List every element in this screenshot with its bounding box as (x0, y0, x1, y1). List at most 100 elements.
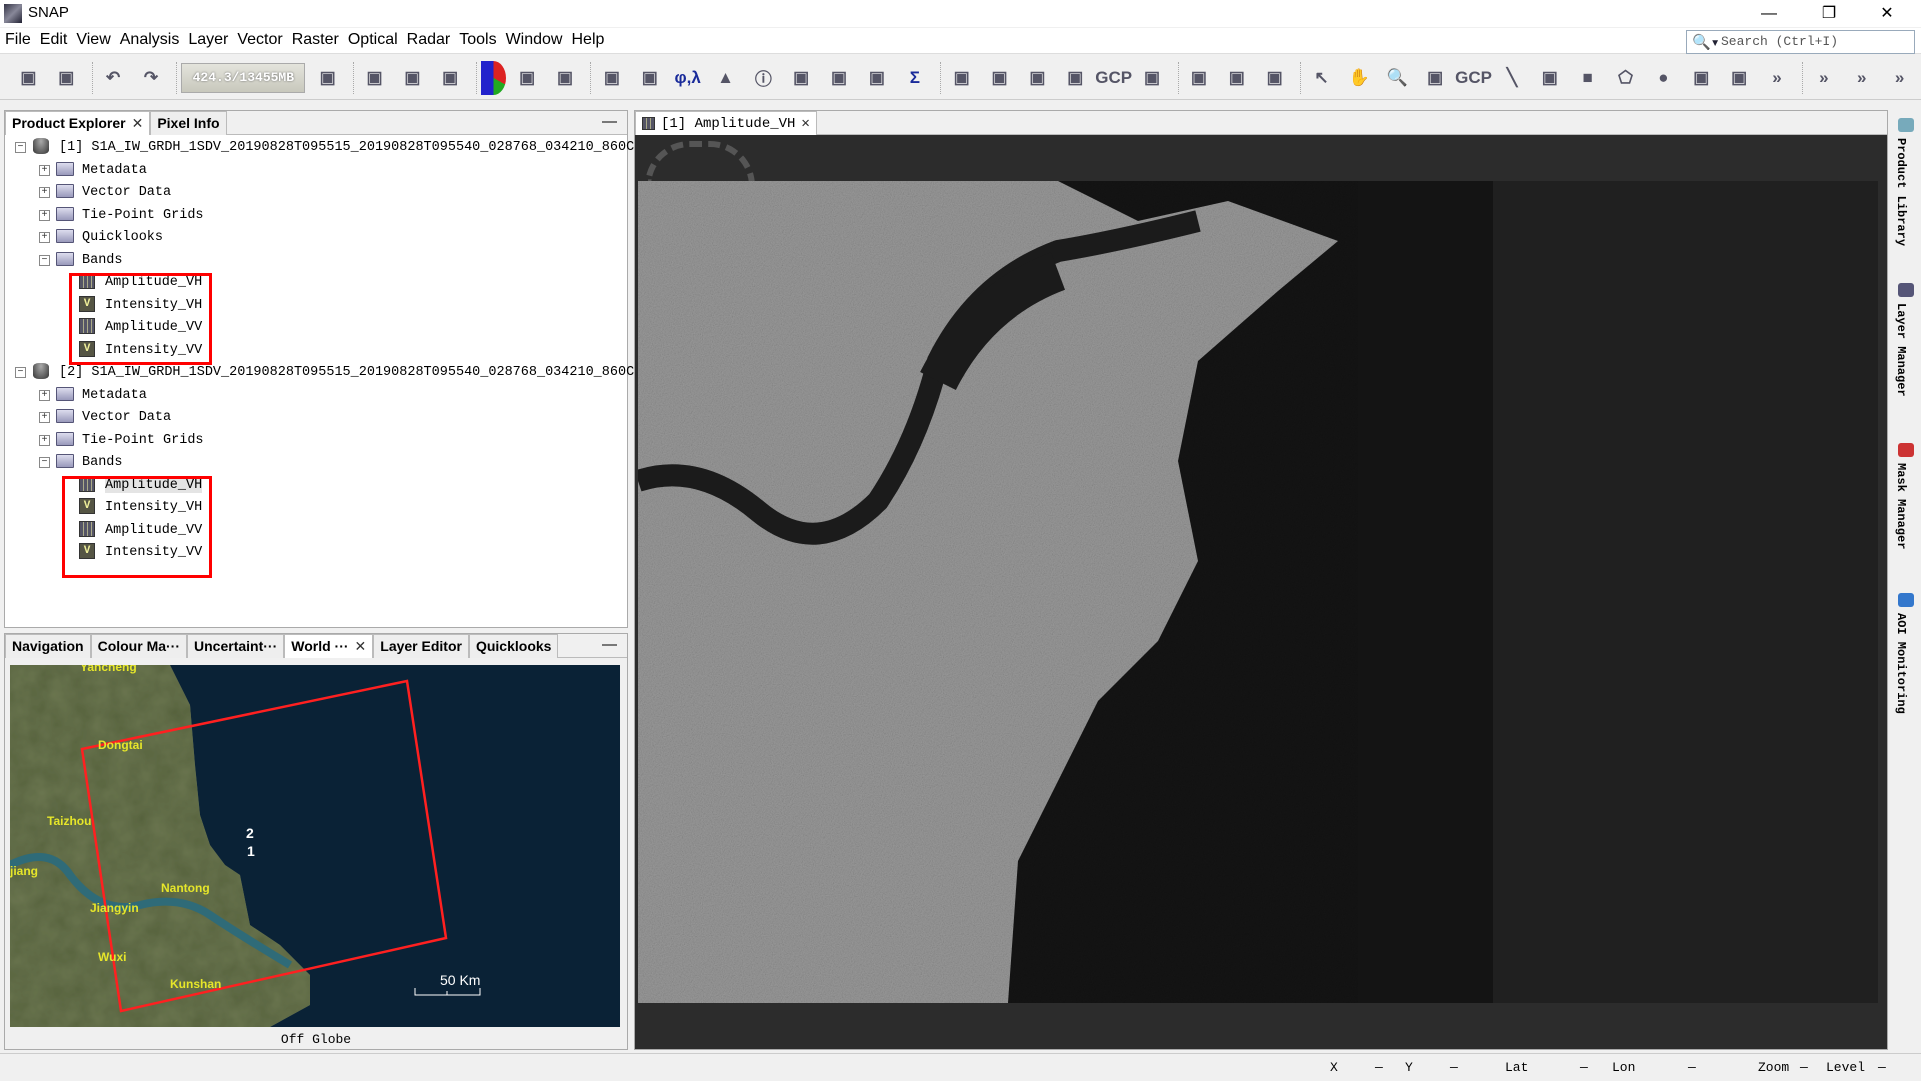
tab-pixel-info[interactable]: Pixel Info (150, 111, 227, 135)
world-map-view[interactable]: Yancheng Dongtai Taizhou jiang Nantong Jiangy… (10, 665, 620, 1027)
folder-node[interactable]: + Quicklooks (39, 227, 163, 249)
tab-layer-editor[interactable]: Layer Editor (373, 634, 469, 658)
navigation-compass-icon[interactable] (645, 141, 755, 186)
mask-manager-icon[interactable] (1898, 443, 1914, 457)
geo-coding-icon[interactable]: φ,λ (671, 61, 704, 95)
pin-icon[interactable]: ▣ (1059, 61, 1092, 95)
collapse-icon[interactable]: − (15, 142, 26, 153)
search-input[interactable]: 🔍▾ Search (Ctrl+I) (1686, 30, 1915, 54)
tab-quicklooks[interactable]: Quicklooks (468, 634, 559, 658)
menu-tools[interactable]: Tools (454, 28, 500, 49)
import-icon[interactable]: ▣ (358, 61, 391, 95)
expand-icon[interactable]: + (39, 412, 50, 423)
ruler-icon[interactable]: ▣ (1723, 61, 1756, 95)
product-library-icon[interactable] (1898, 118, 1914, 132)
polyline-icon[interactable]: ▣ (1533, 61, 1566, 95)
expand-icon[interactable]: + (39, 434, 50, 446)
folder-node[interactable]: − Bands (39, 250, 123, 272)
menu-layer[interactable]: Layer (183, 28, 232, 49)
draw-icon[interactable]: ▣ (633, 61, 666, 95)
rectangle-icon[interactable]: ■ (1571, 61, 1604, 95)
minimize-panel-button[interactable]: — (592, 634, 627, 657)
menu-optical[interactable]: Optical (343, 28, 402, 49)
sidebar-tab-product-library[interactable]: Product Library (1894, 138, 1908, 246)
menu-raster[interactable]: Raster (287, 28, 343, 49)
close-button[interactable]: ✕ (1864, 0, 1910, 27)
open-product-icon[interactable]: ▣ (12, 61, 45, 95)
more-icon[interactable]: » (1845, 61, 1878, 95)
graticule-icon[interactable]: ▣ (1021, 61, 1054, 95)
folder-node[interactable]: + Metadata (39, 385, 147, 407)
expand-icon[interactable]: + (39, 187, 50, 198)
tab-navigation[interactable]: Navigation (5, 634, 91, 658)
mosaic-icon[interactable]: ▣ (983, 61, 1016, 95)
sidebar-tab-aoi-monitoring[interactable]: AOI Monitoring (1894, 613, 1908, 714)
folder-node[interactable]: + Tie-Point Grids (39, 430, 204, 452)
cal-icon[interactable]: ▣ (945, 61, 978, 95)
layer-manager-icon[interactable] (1898, 283, 1914, 297)
scatter-icon[interactable]: ▣ (861, 61, 894, 95)
aoi-icon[interactable]: ▣ (1258, 61, 1291, 95)
expand-icon[interactable]: + (39, 209, 50, 221)
tab-uncertaint[interactable]: Uncertaint··· (187, 634, 285, 658)
expand-icon[interactable]: + (39, 164, 50, 176)
export-icon[interactable]: ▣ (396, 61, 429, 95)
sidebar-tab-mask-manager[interactable]: Mask Manager (1894, 463, 1908, 549)
folder-node[interactable]: + Vector Data (39, 182, 171, 204)
information-icon[interactable]: ⓘ (747, 61, 780, 95)
close-tab-icon[interactable]: ✕ (355, 638, 367, 654)
tab-world[interactable]: World ··· ✕ (284, 634, 374, 658)
mask-icon[interactable]: ▣ (1136, 61, 1169, 95)
memory-indicator[interactable]: 424.3/13455MB (181, 62, 306, 93)
undo-icon[interactable]: ↶ (97, 61, 130, 95)
statistics-icon[interactable]: Σ (898, 61, 931, 95)
graph-builder-icon[interactable]: ▣ (1183, 61, 1216, 95)
menu-vector[interactable]: Vector (232, 28, 286, 49)
pin-placing-icon[interactable]: ▣ (1419, 61, 1452, 95)
sidebar-tab-layer-manager[interactable]: Layer Manager (1894, 303, 1908, 397)
gcp-placing-icon[interactable]: GCP (1455, 61, 1492, 95)
more-icon[interactable]: » (1761, 61, 1794, 95)
time-series-icon[interactable]: ▣ (785, 61, 818, 95)
band-maths-window-icon[interactable]: ▣ (511, 61, 544, 95)
menu-edit[interactable]: Edit (35, 28, 72, 49)
gcp-icon[interactable]: GCP (1095, 61, 1132, 95)
more-icon[interactable]: » (1807, 61, 1840, 95)
sar-image[interactable] (638, 181, 1878, 1003)
spectrum-icon[interactable]: ▣ (595, 61, 628, 95)
line-icon[interactable]: ╲ (1496, 61, 1529, 95)
pan-icon[interactable]: ✋ (1343, 61, 1376, 95)
search-icon[interactable]: 🔍▾ (1692, 33, 1720, 55)
restore-button[interactable]: ❐ (1806, 0, 1852, 27)
product-library-icon[interactable]: ▣ (434, 61, 467, 95)
minimize-panel-button[interactable]: — (592, 111, 627, 134)
aoi-monitoring-icon[interactable] (1898, 593, 1914, 607)
redo-icon[interactable]: ↷ (135, 61, 168, 95)
histogram-icon[interactable]: ▲ (709, 61, 742, 95)
collapse-icon[interactable]: − (39, 457, 50, 468)
menu-analysis[interactable]: Analysis (115, 28, 184, 49)
folder-node[interactable]: + Vector Data (39, 407, 171, 429)
polygon-icon[interactable]: ⬠ (1609, 61, 1642, 95)
menu-window[interactable]: Window (501, 28, 567, 49)
close-tab-icon[interactable]: ✕ (132, 115, 144, 131)
minimize-button[interactable]: — (1746, 0, 1792, 27)
sentinel-icon[interactable]: ▣ (549, 61, 582, 95)
batch-icon[interactable]: ▣ (1220, 61, 1253, 95)
select-icon[interactable]: ↖ (1305, 61, 1338, 95)
zoom-icon[interactable]: 🔍 (1381, 61, 1414, 95)
ellipse-icon[interactable]: ● (1647, 61, 1680, 95)
folder-node[interactable]: + Tie-Point Grids (39, 205, 204, 227)
menu-radar[interactable]: Radar (402, 28, 455, 49)
profile-icon[interactable]: ▣ (823, 61, 856, 95)
collapse-icon[interactable]: − (15, 367, 26, 378)
expand-icon[interactable]: + (39, 232, 50, 243)
menu-view[interactable]: View (71, 28, 114, 49)
expand-icon[interactable]: + (39, 389, 50, 401)
collapse-icon[interactable]: − (39, 254, 50, 266)
menu-file[interactable]: File (0, 28, 35, 49)
rgb-image-icon[interactable] (480, 60, 506, 95)
more-icon[interactable]: » (1883, 61, 1916, 95)
range-finder-icon[interactable]: ▣ (1685, 61, 1718, 95)
close-tab-icon[interactable]: ✕ (801, 116, 809, 132)
